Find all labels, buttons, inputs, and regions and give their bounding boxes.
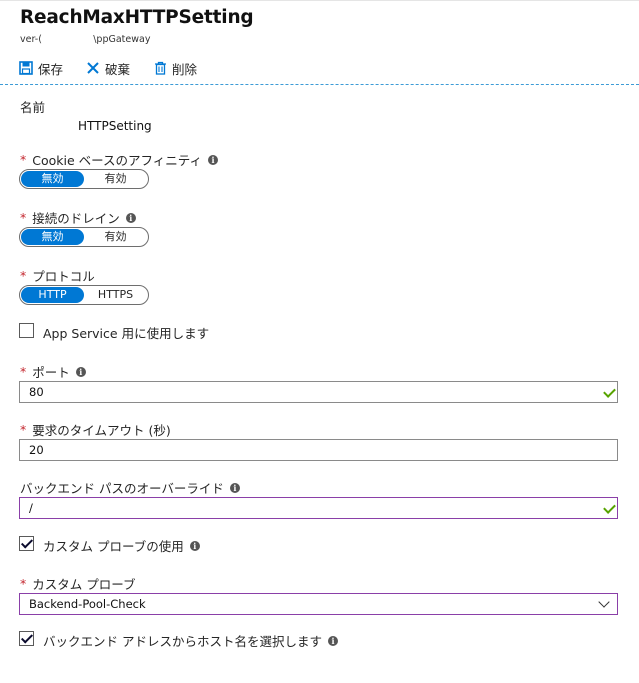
backend-path-override-label: バックエンド パスのオーバーライド i bbox=[20, 478, 240, 497]
delete-label: 削除 bbox=[172, 61, 198, 77]
info-icon[interactable]: i bbox=[189, 540, 200, 551]
command-bar: 保存 破棄 削除 bbox=[0, 56, 639, 85]
info-icon[interactable]: i bbox=[229, 482, 240, 493]
toggle-option-http[interactable]: HTTP bbox=[21, 287, 84, 303]
save-icon bbox=[19, 61, 33, 75]
valid-check-icon bbox=[603, 385, 616, 398]
toggle-option-enabled[interactable]: 有効 bbox=[84, 229, 147, 245]
port-label: * ポート i bbox=[20, 362, 86, 381]
save-label: 保存 bbox=[38, 61, 64, 77]
required-asterisk: * bbox=[20, 152, 27, 167]
name-value: HTTPSetting bbox=[78, 119, 152, 133]
delete-button[interactable]: 削除 bbox=[154, 58, 197, 78]
top-border bbox=[0, 0, 639, 1]
toggle-option-disabled[interactable]: 無効 bbox=[21, 229, 84, 245]
required-asterisk: * bbox=[20, 422, 27, 437]
info-icon[interactable]: i bbox=[125, 212, 136, 223]
close-icon bbox=[87, 62, 99, 74]
use-custom-probe-checkbox[interactable] bbox=[19, 536, 34, 551]
backend-path-override-input[interactable]: / bbox=[19, 497, 618, 519]
timeout-input[interactable]: 20 bbox=[19, 439, 618, 461]
info-icon[interactable]: i bbox=[75, 366, 86, 377]
protocol-label: * プロトコル bbox=[20, 268, 95, 284]
pick-host-from-backend-checkbox[interactable] bbox=[19, 631, 34, 646]
app-service-checkbox[interactable] bbox=[19, 323, 34, 338]
discard-button[interactable]: 破棄 bbox=[86, 58, 130, 78]
toggle-option-https[interactable]: HTTPS bbox=[84, 287, 147, 303]
connection-draining-label: * 接続のドレイン i bbox=[20, 208, 136, 227]
page-title: ReachMaxHTTPSetting bbox=[20, 7, 254, 28]
info-icon[interactable]: i bbox=[208, 154, 219, 165]
pick-host-from-backend-label: バックエンド アドレスからホスト名を選択します i bbox=[43, 631, 338, 650]
connection-draining-toggle[interactable]: 無効 有効 bbox=[19, 227, 149, 247]
info-icon[interactable]: i bbox=[327, 635, 338, 646]
required-asterisk: * bbox=[20, 268, 27, 283]
name-label: 名前 bbox=[20, 100, 46, 115]
discard-label: 破棄 bbox=[105, 61, 131, 77]
use-custom-probe-label: カスタム プローブの使用 i bbox=[43, 536, 200, 555]
app-service-label: App Service 用に使用します bbox=[43, 326, 210, 341]
custom-probe-label: * カスタム プローブ bbox=[20, 576, 136, 592]
port-input[interactable]: 80 bbox=[19, 381, 618, 403]
timeout-label: * 要求のタイムアウト (秒) bbox=[20, 422, 171, 438]
save-button[interactable]: 保存 bbox=[19, 58, 63, 78]
toggle-option-enabled[interactable]: 有効 bbox=[84, 171, 147, 187]
page-subtitle: ver-( \ppGateway bbox=[20, 34, 151, 45]
chevron-down-icon bbox=[598, 596, 610, 608]
required-asterisk: * bbox=[20, 364, 27, 379]
required-asterisk: * bbox=[20, 210, 27, 225]
cookie-affinity-label: * Cookie ベースのアフィニティ i bbox=[20, 150, 219, 169]
toggle-option-disabled[interactable]: 無効 bbox=[21, 171, 84, 187]
protocol-toggle[interactable]: HTTP HTTPS bbox=[19, 285, 149, 305]
trash-icon bbox=[155, 61, 166, 75]
custom-probe-select[interactable]: Backend-Pool-Check bbox=[19, 593, 618, 615]
cookie-affinity-toggle[interactable]: 無効 有効 bbox=[19, 169, 149, 189]
valid-check-icon bbox=[603, 501, 616, 514]
required-asterisk: * bbox=[20, 576, 27, 591]
